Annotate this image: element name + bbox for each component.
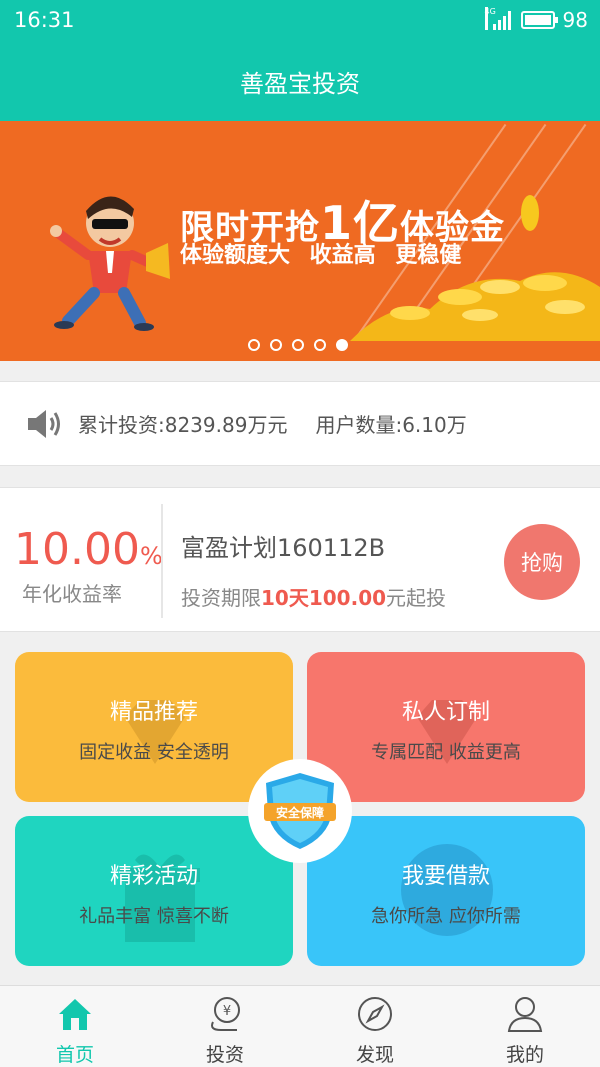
- tile-subtitle: 礼品丰富 惊喜不断: [79, 906, 229, 927]
- gold-coins-illustration: [350, 195, 600, 341]
- tile-featured-picks[interactable]: 精品推荐 固定收益 安全透明: [15, 652, 293, 802]
- svg-text:¥: ¥: [223, 1004, 231, 1019]
- cartoon-man-illustration: [50, 196, 170, 331]
- pagination-dot[interactable]: [248, 339, 260, 351]
- term-suffix: 元起投: [386, 586, 447, 610]
- term-prefix: 投资期限: [181, 586, 261, 610]
- user-icon: [507, 997, 543, 1032]
- app-header: 善盈宝投资: [0, 42, 600, 121]
- network-type-label: 4G: [484, 7, 496, 30]
- tile-title: 精品推荐: [109, 700, 198, 725]
- tile-subtitle: 固定收益 安全透明: [79, 742, 229, 763]
- tile-title: 私人订制: [401, 700, 490, 725]
- status-icons: 4G 98: [484, 7, 588, 32]
- featured-product-card[interactable]: 10.00% 年化收益率 富盈计划160112B 投资期限10天100.00元起…: [0, 487, 600, 632]
- banner-pagination[interactable]: [248, 339, 348, 351]
- term-days: 10天: [261, 586, 309, 610]
- status-bar: 16:31 4G 98: [0, 0, 600, 42]
- tab-mine[interactable]: 我的: [450, 986, 600, 1067]
- promo-banner[interactable]: 限时开抢1亿体验金 体验额度大 收益高 更稳健: [0, 121, 600, 361]
- pagination-dot-active[interactable]: [336, 339, 348, 351]
- speaker-icon: [28, 409, 60, 438]
- pagination-dot[interactable]: [314, 339, 326, 351]
- page-title: 善盈宝投资: [240, 70, 360, 98]
- total-investment-text: 累计投资:8239.89万元: [78, 413, 288, 437]
- min-amount: 100.00: [308, 586, 387, 610]
- card-divider: [161, 504, 163, 618]
- tab-discover[interactable]: 发现: [300, 986, 450, 1067]
- battery-level: 98: [562, 8, 588, 32]
- battery-icon: [520, 11, 558, 29]
- annual-rate-label: 年化收益率: [22, 582, 122, 606]
- tile-private-custom[interactable]: 私人订制 专属匹配 收益更高: [307, 652, 585, 802]
- annual-rate-unit: %: [139, 542, 163, 570]
- tile-activities[interactable]: 精彩活动 礼品丰富 惊喜不断: [15, 816, 293, 966]
- tile-subtitle: 专属匹配 收益更高: [371, 742, 521, 763]
- pagination-dot[interactable]: [292, 339, 304, 351]
- user-count-text: 用户数量:6.10万: [315, 413, 467, 437]
- annual-rate-value: 10.00: [14, 524, 140, 575]
- home-icon: [59, 999, 91, 1030]
- annual-rate: 10.00%: [14, 524, 163, 575]
- tile-title: 精彩活动: [109, 864, 198, 889]
- tab-label: 投资: [205, 1044, 244, 1066]
- platform-stats: 累计投资:8239.89万元 用户数量:6.10万: [0, 381, 600, 466]
- product-name: 富盈计划160112B: [181, 534, 386, 562]
- pagination-dot[interactable]: [270, 339, 282, 351]
- tab-label: 发现: [355, 1044, 394, 1066]
- tab-label: 首页: [55, 1044, 94, 1066]
- tile-subtitle: 急你所急 应你所需: [371, 906, 521, 927]
- security-badge-label: 安全保障: [276, 805, 324, 820]
- tab-home[interactable]: 首页: [0, 986, 150, 1067]
- status-time: 16:31: [14, 8, 75, 32]
- buy-button[interactable]: 抢购: [504, 524, 580, 600]
- signal-icon: 4G: [484, 7, 513, 30]
- tile-title: 我要借款: [401, 864, 490, 889]
- tab-label: 我的: [505, 1044, 544, 1066]
- security-badge[interactable]: 安全保障: [248, 759, 352, 863]
- shield-icon: 安全保障: [264, 773, 336, 849]
- tile-borrow[interactable]: 我要借款 急你所急 应你所需: [307, 816, 585, 966]
- money-icon: ¥: [211, 997, 240, 1031]
- investment-terms: 投资期限10天100.00元起投: [181, 582, 446, 611]
- tab-invest[interactable]: ¥ 投资: [150, 986, 300, 1067]
- bottom-tab-bar: 首页 ¥ 投资 发现 我的: [0, 985, 600, 1067]
- compass-icon: [358, 997, 392, 1031]
